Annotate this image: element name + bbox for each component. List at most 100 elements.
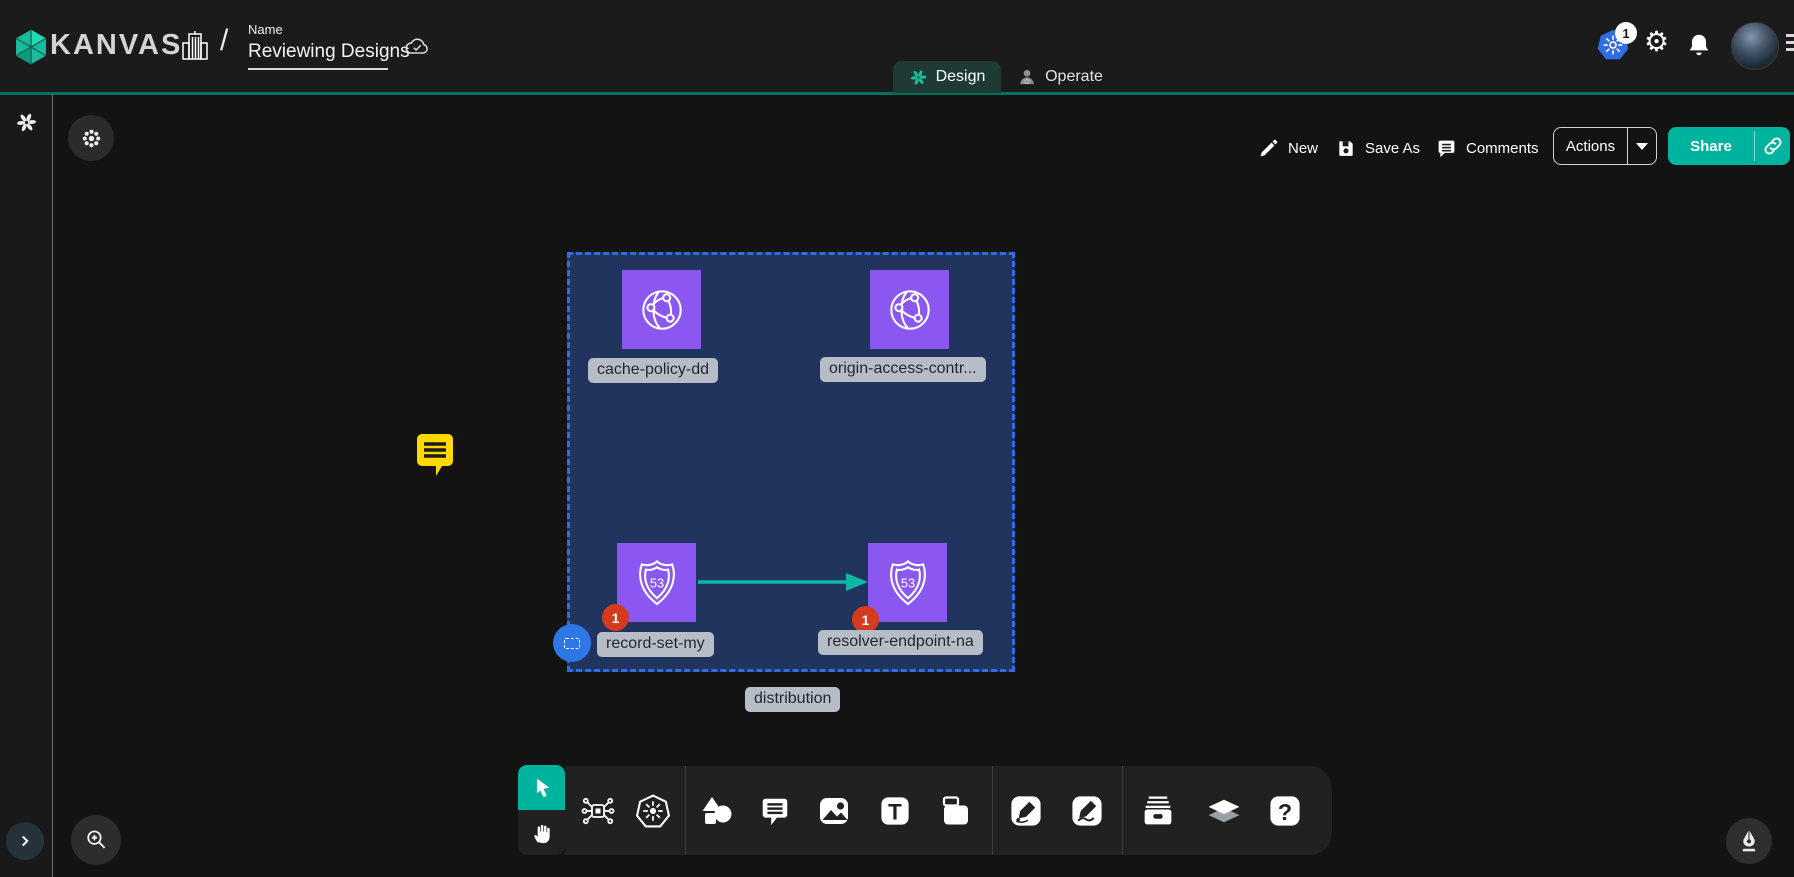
- record-set-count-badge: 1: [602, 604, 629, 631]
- selection-handle[interactable]: [553, 624, 591, 662]
- node-record-set[interactable]: 53: [617, 543, 696, 622]
- design-name-input[interactable]: Reviewing Designs: [248, 41, 410, 63]
- chevron-right-icon: [16, 832, 34, 850]
- toolbar-divider: [685, 766, 686, 855]
- node-label-record-set[interactable]: record-set-my: [597, 632, 714, 657]
- node-origin-access-control[interactable]: [870, 270, 949, 349]
- caret-down-icon: [1636, 143, 1648, 150]
- kanvas-app: KANVAS / Name Reviewing Designs: [0, 0, 1794, 877]
- node-label-resolver-endpoint[interactable]: resolver-endpoint-na: [818, 630, 983, 655]
- pointer-tools: [518, 765, 565, 855]
- node-resolver-endpoint[interactable]: 53: [868, 543, 947, 622]
- node-cache-policy[interactable]: [622, 270, 701, 349]
- dashed-rect-icon: [564, 638, 580, 649]
- pen-nib-icon: [1735, 827, 1763, 855]
- edge-arrow[interactable]: [697, 570, 869, 594]
- pencil-new-icon: [1258, 138, 1279, 159]
- mesh-component-tool[interactable]: [580, 793, 616, 829]
- cloudfront-globe-icon: [882, 282, 938, 338]
- tab-operate-label: Operate: [1045, 68, 1103, 86]
- cloudfront-globe-icon: [634, 282, 690, 338]
- comment-tool[interactable]: [758, 794, 792, 828]
- pencil-draw-icon: [1070, 793, 1105, 828]
- cloud-saved-icon: [403, 34, 431, 58]
- toolbar-divider: [1122, 766, 1123, 855]
- pen-path-tool[interactable]: [1009, 793, 1044, 828]
- floppy-save-icon: [1336, 138, 1356, 158]
- design-name-underline: [248, 68, 388, 70]
- freehand-pen-button[interactable]: [1726, 818, 1772, 864]
- flower-gear-icon: [80, 127, 103, 150]
- logo-text: KANVAS: [50, 29, 182, 62]
- help-tool[interactable]: ?: [1268, 793, 1303, 828]
- shapes-tool[interactable]: [699, 793, 735, 829]
- tab-operate[interactable]: Operate: [1003, 61, 1117, 93]
- settings-gear-icon[interactable]: ⚙: [1644, 28, 1669, 56]
- actions-label[interactable]: Actions: [1554, 128, 1627, 164]
- new-label: New: [1288, 140, 1318, 157]
- header: KANVAS / Name Reviewing Designs: [0, 0, 1794, 95]
- toolbar-divider: [992, 766, 993, 855]
- route53-shield-icon: 53: [629, 555, 685, 611]
- bottom-toolbar: T: [565, 766, 1332, 855]
- left-sidebar: [0, 95, 53, 877]
- hand-pan-icon: [529, 820, 555, 846]
- frame-tool[interactable]: [938, 793, 974, 829]
- expand-sidebar-button[interactable]: [6, 822, 44, 860]
- svg-text:?: ?: [1278, 798, 1292, 824]
- kubernetes-tool[interactable]: [635, 792, 672, 829]
- tab-design-label: Design: [936, 68, 986, 86]
- mesh-chip-icon: [580, 793, 616, 829]
- layers-tool[interactable]: [1206, 792, 1243, 829]
- pencil-draw-tool[interactable]: [1070, 793, 1105, 828]
- share-button[interactable]: Share: [1668, 127, 1790, 165]
- link-icon: [1762, 135, 1784, 157]
- svg-text:53: 53: [649, 575, 663, 590]
- actions-dropdown-button[interactable]: [1628, 128, 1656, 164]
- user-avatar[interactable]: [1731, 22, 1779, 70]
- share-link-button[interactable]: [1755, 127, 1790, 165]
- group-label-distribution[interactable]: distribution: [745, 687, 840, 712]
- svg-text:53: 53: [900, 575, 914, 590]
- pen-path-icon: [1009, 793, 1044, 828]
- save-as-button[interactable]: Save As: [1336, 136, 1420, 160]
- notifications-bell-icon[interactable]: [1686, 32, 1712, 58]
- breadcrumb-separator: /: [220, 24, 228, 58]
- comments-icon: [1436, 138, 1457, 159]
- shapes-icon: [699, 793, 735, 829]
- tab-design[interactable]: Design: [893, 61, 1001, 93]
- drawer-tool[interactable]: [1140, 792, 1177, 829]
- design-name-label: Name: [248, 22, 283, 37]
- new-button[interactable]: New: [1258, 136, 1318, 160]
- hand-tool-button[interactable]: [518, 810, 565, 855]
- canvas-comment-marker[interactable]: [413, 432, 457, 479]
- menu-hamburger-icon[interactable]: [1786, 34, 1794, 55]
- node-label-origin-access[interactable]: origin-access-contr...: [820, 357, 986, 382]
- kubernetes-wheel-icon: [635, 792, 672, 829]
- meshery-logo-icon[interactable]: [15, 111, 38, 134]
- comments-button[interactable]: Comments: [1436, 136, 1539, 160]
- image-icon: [816, 793, 852, 829]
- cursor-tool-button[interactable]: [518, 765, 565, 810]
- comment-bubble-icon: [758, 794, 792, 828]
- organization-icon[interactable]: [180, 28, 210, 64]
- text-tool[interactable]: T: [878, 793, 913, 828]
- svg-text:T: T: [888, 799, 902, 824]
- components-flower-button[interactable]: [68, 115, 114, 161]
- actions-button[interactable]: Actions: [1553, 127, 1657, 165]
- help-icon: ?: [1268, 793, 1303, 828]
- k8s-context-count-badge: 1: [1615, 22, 1637, 44]
- operate-person-icon: [1017, 67, 1037, 87]
- drawer-archive-icon: [1140, 792, 1177, 829]
- frame-icon: [938, 793, 974, 829]
- text-icon: T: [878, 793, 913, 828]
- zoom-in-button[interactable]: [71, 815, 121, 865]
- route53-shield-icon: 53: [880, 555, 936, 611]
- resolver-endpoint-count-badge: 1: [852, 606, 879, 633]
- zoom-in-magnifier-icon: [82, 826, 110, 854]
- image-tool[interactable]: [816, 793, 852, 829]
- layers-stack-icon: [1206, 792, 1243, 829]
- share-label[interactable]: Share: [1668, 127, 1754, 165]
- node-label-cache-policy[interactable]: cache-policy-dd: [588, 358, 718, 383]
- cursor-arrow-icon: [529, 775, 555, 801]
